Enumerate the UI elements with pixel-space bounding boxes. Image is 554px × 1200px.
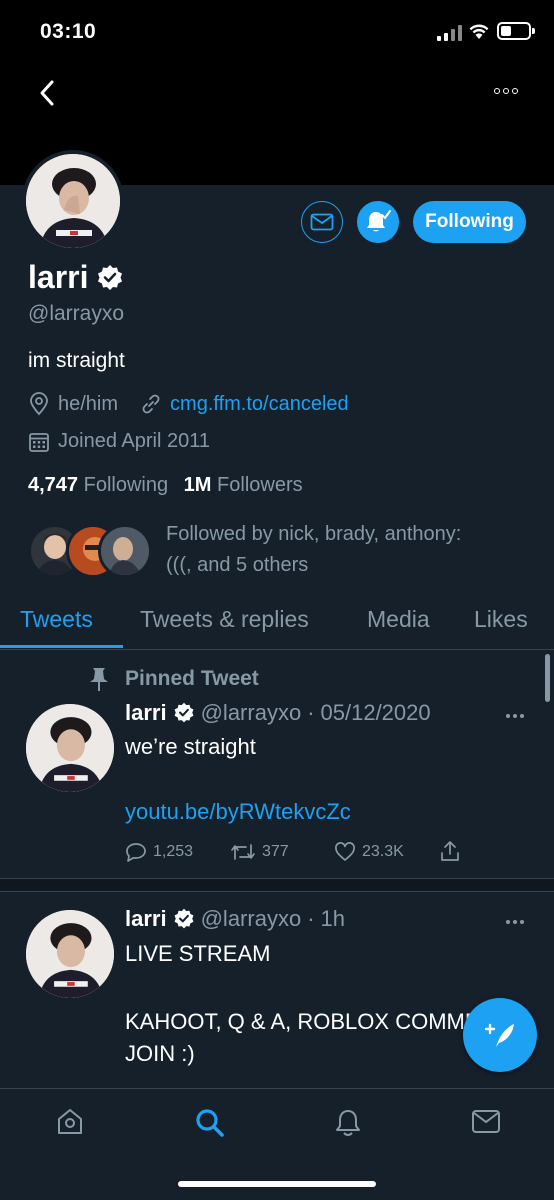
home-icon[interactable] [55, 1107, 85, 1137]
tweet-more-icon[interactable] [506, 920, 524, 924]
reply-count: 1,253 [153, 843, 194, 860]
avatar-photo [26, 154, 120, 248]
profile-joined-date: Joined April 2011 [58, 430, 210, 452]
tab-media[interactable]: Media [367, 606, 430, 633]
profile-avatar[interactable] [22, 150, 124, 252]
cell-signal-icon [437, 25, 462, 41]
compose-tweet-icon [484, 1023, 514, 1047]
profile-handle: @larrayxo [28, 302, 125, 325]
pinned-tweet-label: Pinned Tweet [125, 667, 259, 690]
tweet-author-handle: @larrayxo [200, 700, 302, 725]
profile-name: larri [28, 259, 89, 295]
like-count: 23.3K [362, 843, 404, 860]
search-icon[interactable] [194, 1107, 226, 1139]
wifi-icon [469, 24, 489, 39]
tweet-author-avatar[interactable] [26, 704, 114, 792]
retweet-action[interactable]: 377 [230, 842, 289, 862]
reply-icon [126, 843, 146, 862]
profile-bio: im straight [28, 349, 125, 372]
separator-dot: · [307, 700, 315, 725]
pin-icon [90, 668, 108, 691]
profile-name-row: larri [28, 259, 124, 296]
location-pin-icon [30, 392, 48, 416]
tweet-author-handle: @larrayxo [200, 906, 302, 931]
profile-meta-row: he/him cmg.ffm.to/canceled [28, 392, 349, 416]
tweet-timestamp: 1h [320, 906, 345, 931]
tab-tweets-replies[interactable]: Tweets & replies [140, 606, 309, 633]
share-icon [441, 841, 459, 861]
tweet-header: larri @larrayxo · 1h [125, 906, 345, 932]
like-action[interactable]: 23.3K [334, 842, 404, 862]
compose-tweet-button[interactable] [463, 998, 537, 1072]
heart-icon [335, 842, 355, 861]
messages-icon[interactable] [471, 1109, 501, 1135]
bell-check-icon [367, 210, 391, 232]
home-indicator[interactable] [178, 1181, 376, 1187]
active-tab-indicator [0, 645, 123, 648]
tweet-text-line: JOIN :) [125, 1041, 195, 1066]
message-button[interactable] [301, 201, 343, 243]
tweet-more-icon[interactable] [506, 714, 524, 718]
mutual-avatar [98, 524, 152, 578]
battery-icon [497, 22, 535, 40]
reply-action[interactable]: 1,253 [125, 842, 193, 862]
calendar-icon [29, 432, 49, 452]
tweet-author-name[interactable]: larri [125, 700, 167, 726]
share-action[interactable] [439, 840, 461, 862]
profile-tabs: Tweets Tweets & replies Media Likes [0, 598, 554, 650]
profile-joined-row: Joined April 2011 [28, 430, 210, 453]
verified-badge-icon [98, 264, 123, 290]
retweet-icon [231, 844, 255, 860]
tweet-text: we’re straight [125, 734, 256, 759]
retweet-count: 377 [262, 843, 289, 860]
notifications-button[interactable] [357, 201, 399, 243]
tweet-text-line: KAHOOT, Q & A, ROBLOX COMMENT [125, 1009, 509, 1034]
follow-counts: 4,747 Following 1M Followers [28, 474, 303, 497]
tweet-author-avatar[interactable] [26, 910, 114, 998]
tweet-divider [0, 878, 554, 892]
tab-tweets[interactable]: Tweets [20, 606, 93, 633]
tweet-author-name[interactable]: larri [125, 906, 167, 932]
followers-count-link[interactable]: 1M Followers [184, 474, 303, 496]
status-time: 03:10 [40, 20, 97, 43]
following-count-link[interactable]: 4,747 Following [28, 474, 168, 496]
profile-website-link[interactable]: cmg.ffm.to/canceled [170, 393, 349, 416]
tweet-timestamp: 05/12/2020 [320, 700, 431, 725]
tab-likes[interactable]: Likes [474, 606, 528, 633]
verified-badge-icon [174, 702, 194, 723]
back-chevron-icon[interactable] [36, 78, 58, 108]
more-options-icon[interactable] [494, 88, 518, 94]
verified-badge-icon [174, 908, 194, 929]
profile-pronouns: he/him [58, 392, 119, 415]
following-button[interactable]: Following [413, 201, 526, 243]
followed-by-text[interactable]: Followed by nick, brady, anthony: (((, a… [166, 519, 526, 581]
tweet-card[interactable]: Pinned Tweet larri @larrayxo · 05/12/202… [0, 652, 554, 876]
tweet-link[interactable]: youtu.be/byRWtekvcZc [125, 796, 351, 828]
notifications-icon[interactable] [333, 1107, 363, 1139]
tweet-header: larri @larrayxo · 05/12/2020 [125, 700, 431, 726]
link-icon [142, 394, 160, 414]
separator-dot: · [307, 906, 315, 931]
mail-icon [310, 213, 334, 231]
tweet-text-line: LIVE STREAM [125, 941, 271, 966]
